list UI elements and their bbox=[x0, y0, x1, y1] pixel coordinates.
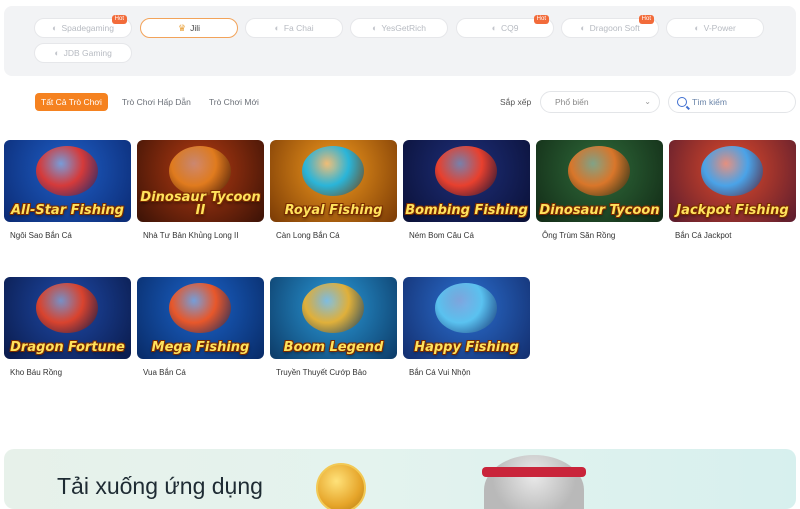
provider-fa-chai[interactable]: ◐ Fa Chai bbox=[245, 18, 343, 38]
game-card[interactable]: Royal Fishing Càn Long Bắn Cá bbox=[270, 140, 397, 240]
character-headband bbox=[482, 467, 586, 477]
game-card[interactable]: Mega Fishing Vua Bắn Cá bbox=[137, 277, 264, 377]
hot-badge: Hot bbox=[111, 15, 127, 24]
provider-label: Dragoon Soft bbox=[589, 23, 640, 33]
game-name: Vua Bắn Cá bbox=[143, 368, 186, 377]
game-art bbox=[36, 283, 98, 333]
search-icon bbox=[677, 97, 687, 107]
game-art bbox=[302, 146, 364, 196]
dragon-icon: ◐ bbox=[580, 23, 586, 33]
game-name: Càn Long Bắn Cá bbox=[276, 231, 340, 240]
game-card[interactable]: Boom Legend Truyền Thuyết Cướp Bảo bbox=[270, 277, 397, 377]
game-name: Bắn Cá Vui Nhộn bbox=[409, 368, 471, 377]
game-art bbox=[568, 146, 630, 196]
game-thumbnail[interactable]: Jackpot Fishing bbox=[669, 140, 796, 222]
tab-2[interactable]: Trò Chơi Mới bbox=[205, 93, 263, 111]
jdb-icon: ◐ bbox=[54, 48, 60, 58]
vpower-icon: ◐ bbox=[694, 23, 700, 33]
chevron-down-icon: ⌄ bbox=[644, 97, 651, 106]
provider-label: CQ9 bbox=[500, 23, 519, 33]
game-name: Nhà Tư Bản Khủng Long II bbox=[143, 231, 239, 240]
hot-badge: Hot bbox=[638, 15, 654, 24]
game-art bbox=[36, 146, 98, 196]
game-thumbnail[interactable]: Dinosaur Tycoon II bbox=[137, 140, 264, 222]
game-card[interactable]: All-Star Fishing Ngôi Sao Bắn Cá bbox=[4, 140, 131, 240]
game-art bbox=[302, 283, 364, 333]
game-art bbox=[169, 283, 231, 333]
game-logo-text: Bombing Fishing bbox=[405, 203, 528, 218]
game-art bbox=[435, 146, 497, 196]
game-logo-text: Happy Fishing bbox=[414, 340, 519, 355]
ygr-icon: ◐ bbox=[371, 23, 378, 33]
game-card[interactable]: Dragon Fortune Kho Báu Rồng bbox=[4, 277, 131, 377]
gold-coin-image bbox=[316, 463, 366, 509]
provider-spadegaming[interactable]: ◐ Spadegaming Hot bbox=[34, 15, 132, 38]
game-thumbnail[interactable]: Boom Legend bbox=[270, 277, 397, 359]
game-logo-text: Boom Legend bbox=[283, 340, 384, 355]
game-thumbnail[interactable]: Dinosaur Tycoon bbox=[536, 140, 663, 222]
game-thumbnail[interactable]: Bombing Fishing bbox=[403, 140, 530, 222]
sort-value: Phổ biến bbox=[555, 97, 589, 107]
game-art bbox=[701, 146, 763, 196]
game-thumbnail[interactable]: All-Star Fishing bbox=[4, 140, 131, 222]
provider-v-power[interactable]: ◐ V-Power bbox=[666, 18, 764, 38]
game-thumbnail[interactable]: Happy Fishing bbox=[403, 277, 530, 359]
provider-yesgetrich[interactable]: ◐ YesGetRich bbox=[350, 18, 448, 38]
crown-icon: ♛ bbox=[178, 22, 187, 33]
provider-label: Jili bbox=[190, 23, 200, 33]
tab-1[interactable]: Trò Chơi Hấp Dẫn bbox=[118, 93, 195, 111]
game-name: Truyền Thuyết Cướp Bảo bbox=[276, 368, 367, 377]
provider-cq9[interactable]: ◐ CQ9 Hot bbox=[456, 15, 554, 38]
search-box[interactable] bbox=[668, 91, 796, 113]
game-logo-text: All-Star Fishing bbox=[10, 203, 124, 218]
game-card[interactable]: Dinosaur Tycoon Ông Trùm Săn Rồng bbox=[536, 140, 663, 240]
game-logo-text: Jackpot Fishing bbox=[676, 203, 789, 218]
sort-label: Sắp xếp bbox=[500, 97, 532, 107]
game-name: Kho Báu Rồng bbox=[10, 368, 63, 377]
hot-badge: Hot bbox=[533, 15, 549, 24]
game-thumbnail[interactable]: Royal Fishing bbox=[270, 140, 397, 222]
game-card[interactable]: Dinosaur Tycoon II Nhà Tư Bản Khủng Long … bbox=[137, 140, 264, 240]
provider-label: JDB Gaming bbox=[63, 48, 112, 58]
game-thumbnail[interactable]: Mega Fishing bbox=[137, 277, 264, 359]
provider-label: Spadegaming bbox=[61, 23, 114, 33]
game-logo-text: Dinosaur Tycoon II bbox=[140, 190, 261, 218]
character-image bbox=[484, 455, 584, 509]
game-logo-text: Mega Fishing bbox=[151, 340, 250, 355]
game-card[interactable]: Bombing Fishing Ném Bom Câu Cá bbox=[403, 140, 530, 240]
banner-title: Tải xuống ứng dụng bbox=[57, 473, 263, 499]
game-name: Ông Trùm Săn Rồng bbox=[542, 231, 616, 240]
tab-0[interactable]: Tất Cả Trò Chơi bbox=[35, 93, 108, 111]
provider-filter-panel: ◐ Spadegaming Hot ♛ Jili ◐ Fa Chai ◐ YesGetRich ◐… bbox=[4, 6, 796, 76]
game-card[interactable]: Happy Fishing Bắn Cá Vui Nhộn bbox=[403, 277, 530, 377]
fachai-icon: ◐ bbox=[274, 23, 280, 33]
game-card[interactable]: Jackpot Fishing Bắn Cá Jackpot bbox=[669, 140, 796, 240]
provider-dragoon-soft[interactable]: ◐ Dragoon Soft Hot bbox=[561, 15, 659, 38]
game-art bbox=[169, 146, 231, 196]
provider-jdb-gaming[interactable]: ◐ JDB Gaming bbox=[34, 43, 132, 63]
provider-label: V-Power bbox=[703, 23, 736, 33]
game-logo-text: Dinosaur Tycoon bbox=[539, 203, 660, 218]
game-art bbox=[435, 283, 497, 333]
provider-label: YesGetRich bbox=[381, 23, 426, 33]
sort-dropdown[interactable]: Phổ biến ⌄ bbox=[540, 91, 660, 113]
game-logo-text: Dragon Fortune bbox=[10, 340, 125, 355]
game-name: Ngôi Sao Bắn Cá bbox=[10, 231, 72, 240]
provider-label: Fa Chai bbox=[283, 23, 314, 33]
game-name: Bắn Cá Jackpot bbox=[675, 231, 732, 240]
download-app-banner[interactable]: Tải xuống ứng dụng bbox=[4, 449, 796, 509]
game-logo-text: Royal Fishing bbox=[284, 203, 383, 218]
spade-icon: ◐ bbox=[52, 23, 58, 33]
provider-jili[interactable]: ♛ Jili bbox=[140, 18, 238, 38]
game-category-tabs: Tất Cả Trò Chơi Trò Chơi Hấp Dẫn Trò Chơi … bbox=[35, 93, 263, 111]
search-input[interactable] bbox=[692, 97, 792, 107]
cq9-icon: ◐ bbox=[491, 23, 497, 33]
game-name: Ném Bom Câu Cá bbox=[409, 231, 474, 240]
game-thumbnail[interactable]: Dragon Fortune bbox=[4, 277, 131, 359]
